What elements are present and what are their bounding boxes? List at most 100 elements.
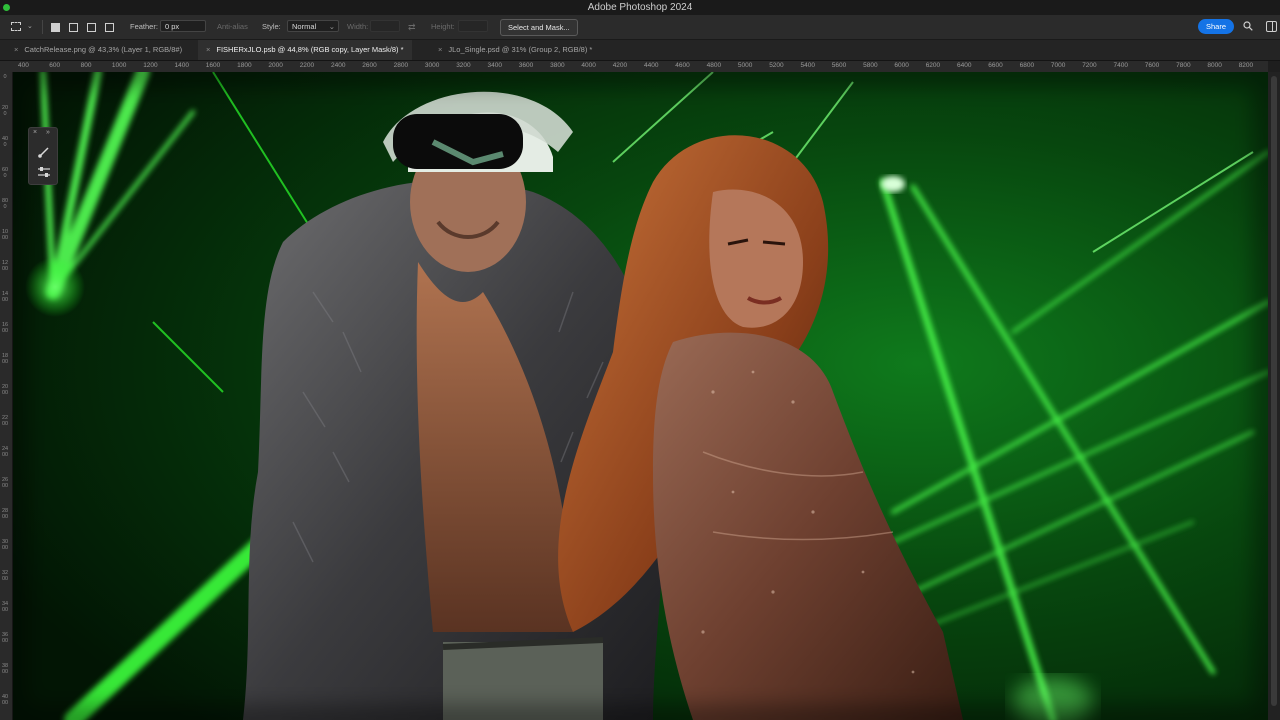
ruler-tick-label: 4400 [644, 62, 659, 69]
ruler-tick-label: 2400 [1, 446, 9, 458]
ruler-tick-label: 800 [1, 198, 9, 210]
vertical-ruler[interactable]: 0 200 400 600 800 1000 1200 1400 1600 1800 2000 220… [0, 72, 13, 720]
ruler-tick-label: 5000 [737, 62, 753, 69]
ruler-tick-label: 600 [49, 62, 61, 69]
tab-label: FISHERxJLO.psb @ 44,8% (RGB copy, Layer … [216, 45, 404, 54]
ruler-tick-label: 2600 [362, 62, 377, 69]
anti-alias-checkbox[interactable]: Anti-alias [217, 15, 248, 39]
select-and-mask-button[interactable]: Select and Mask... [500, 19, 578, 36]
title-bar: Adobe Photoshop 2024 [0, 0, 1280, 15]
ruler-tick-label: 3000 [424, 62, 440, 69]
style-value: Normal [292, 22, 317, 31]
ruler-tick-label: 400 [18, 62, 29, 69]
options-bar: ⌄ Feather: 0 px Anti-alias Style: Normal… [0, 15, 1280, 40]
tab-jlo-single[interactable]: × JLo_Single.psd @ 31% (Group 2, RGB/8) * [430, 40, 600, 60]
ruler-tick-label: 2000 [1, 384, 9, 396]
chevron-down-icon: ⌄ [328, 22, 335, 31]
ruler-tick-label: 2600 [1, 477, 9, 489]
app-title: Adobe Photoshop 2024 [587, 2, 693, 13]
ruler-origin[interactable] [0, 61, 12, 72]
document-canvas[interactable] [13, 72, 1268, 720]
ruler-tick-label: 1200 [143, 62, 158, 69]
ruler-tick-label: 4800 [706, 62, 722, 69]
rect-marquee-icon[interactable] [8, 15, 24, 39]
ruler-tick-label: 5800 [863, 62, 878, 69]
ruler-tick-label: 1200 [1, 260, 9, 272]
subtract-selection-icon [87, 23, 96, 32]
intersect-selection-button[interactable] [103, 15, 115, 39]
ruler-tick-label: 6800 [1019, 62, 1035, 69]
ruler-tick-label: 3200 [1, 570, 9, 582]
ruler-tick-label: 600 [1, 167, 9, 179]
tab-fisherxjlo[interactable]: × FISHERxJLO.psb @ 44,8% (RGB copy, Layer… [198, 40, 412, 60]
swap-icon[interactable]: ⇄ [408, 15, 416, 39]
tab-label: CatchRelease.png @ 43,3% (Layer 1, RGB/8… [24, 45, 183, 54]
ruler-tick-label: 4600 [675, 62, 690, 69]
new-selection-icon [51, 23, 60, 32]
divider [42, 20, 43, 34]
ruler-tick-label: 3200 [456, 62, 471, 69]
share-button[interactable]: Share [1198, 19, 1234, 34]
tab-label: JLo_Single.psd @ 31% (Group 2, RGB/8) * [448, 45, 593, 54]
ruler-tick-label: 5600 [831, 62, 847, 69]
add-selection-button[interactable] [67, 15, 79, 39]
brush-icon[interactable] [37, 145, 51, 159]
ruler-tick-label: 3800 [550, 62, 565, 69]
close-icon[interactable]: × [14, 45, 18, 54]
ruler-tick-label: 4200 [612, 62, 628, 69]
ruler-tick-label: 2800 [1, 508, 9, 520]
ruler-tick-label: 8200 [1238, 62, 1254, 69]
height-label: Height: [431, 22, 455, 31]
width-label: Width: [347, 22, 369, 31]
ruler-tick-label: 200 [1, 105, 9, 117]
ruler-tick-label: 8000 [1207, 62, 1222, 69]
ruler-tick-label: 7800 [1176, 62, 1191, 69]
artwork [13, 72, 1268, 720]
style-label: Style: [262, 22, 281, 31]
ruler-tick-label: 3600 [518, 62, 534, 69]
sliders-icon[interactable] [37, 165, 51, 179]
ruler-tick-label: 3400 [487, 62, 502, 69]
ruler-tick-label: 1600 [1, 322, 9, 334]
ruler-tick-label: 1800 [1, 353, 9, 365]
ruler-tick-label: 7000 [1050, 62, 1066, 69]
height-input[interactable] [458, 20, 488, 32]
tool-preset-chevron-down-icon[interactable]: ⌄ [27, 15, 33, 39]
ruler-tick-label: 7200 [1082, 62, 1097, 69]
width-input[interactable] [370, 20, 400, 32]
ruler-tick-label: 2200 [1, 415, 9, 427]
ruler-tick-label: 4000 [1, 694, 9, 706]
search-icon[interactable] [1243, 21, 1253, 31]
ruler-tick-label: 1600 [205, 62, 221, 69]
ruler-tick-label: 6200 [925, 62, 941, 69]
add-selection-icon [69, 23, 78, 32]
ruler-tick-label: 1400 [1, 291, 9, 303]
ruler-tick-label: 6400 [957, 62, 972, 69]
close-icon[interactable]: × [206, 45, 210, 54]
ruler-tick-label: 400 [1, 136, 9, 148]
new-selection-button[interactable] [49, 15, 61, 39]
ruler-tick-label: 2400 [331, 62, 346, 69]
subtract-selection-button[interactable] [85, 15, 97, 39]
tab-catchrelease[interactable]: × CatchRelease.png @ 43,3% (Layer 1, RGB/… [6, 40, 190, 60]
collapse-icon[interactable]: » [46, 129, 50, 136]
feather-input[interactable]: 0 px [160, 20, 206, 32]
ruler-tick-label: 3600 [1, 632, 9, 644]
ruler-tick-label: 3400 [1, 601, 9, 613]
ruler-tick-label: 1400 [174, 62, 189, 69]
close-icon[interactable]: × [33, 129, 37, 136]
close-icon[interactable]: × [438, 45, 442, 54]
feather-label: Feather: [130, 22, 158, 31]
ruler-tick-label: 2200 [299, 62, 315, 69]
intersect-selection-icon [105, 23, 114, 32]
ruler-tick-label: 2000 [268, 62, 283, 69]
ruler-tick-label: 1000 [111, 62, 127, 69]
ruler-tick-label: 6600 [988, 62, 1003, 69]
document-tabs: × CatchRelease.png @ 43,3% (Layer 1, RGB/… [0, 40, 1280, 61]
panels-icon[interactable] [1266, 21, 1277, 32]
vertical-scrollbar[interactable] [1268, 72, 1280, 720]
ruler-tick-label: 4000 [581, 62, 596, 69]
ruler-tick-label: 800 [80, 62, 92, 69]
ruler-tick-label: 7600 [1144, 62, 1160, 69]
style-select[interactable]: Normal ⌄ [287, 20, 339, 32]
